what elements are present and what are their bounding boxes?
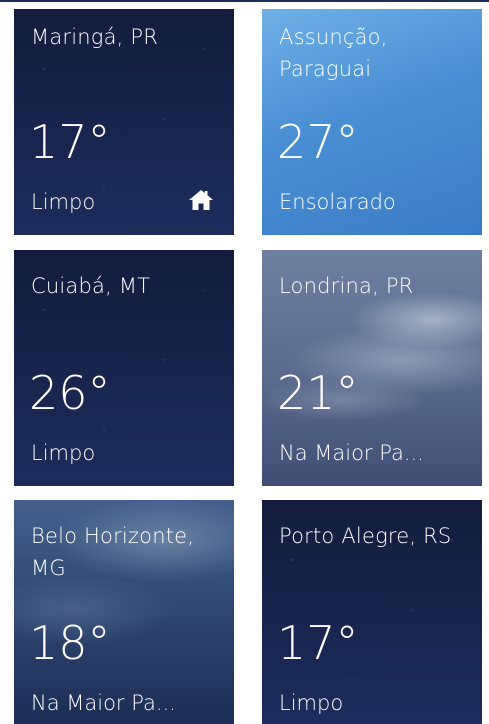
city-name: Maringá, PR [31, 25, 159, 49]
condition: Limpo [31, 190, 96, 214]
tile-maringa[interactable]: Maringá, PR 17° Limpo [14, 9, 234, 235]
temperature: 17° [277, 616, 359, 670]
tile-porto-alegre[interactable]: Porto Alegre, RS 17° Limpo [262, 500, 482, 724]
city-name: Porto Alegre, RS [279, 524, 452, 548]
temperature: 26° [29, 366, 111, 420]
tile-belo-horizonte[interactable]: Belo Horizonte, MG 18° Na Maior Pa... [14, 500, 234, 724]
temperature: 17° [29, 115, 111, 169]
favorites-grid: Maringá, PR 17° Limpo Assunção, Paraguai… [0, 0, 489, 724]
temperature: 27° [277, 115, 359, 169]
condition: Limpo [279, 691, 344, 715]
temperature: 18° [29, 616, 111, 670]
tile-cuiaba[interactable]: Cuiabá, MT 26° Limpo [14, 250, 234, 486]
city-name: Cuiabá, MT [31, 274, 151, 298]
home-icon [189, 190, 213, 210]
condition: Limpo [31, 441, 96, 465]
city-name: Belo Horizonte, MG [31, 524, 195, 580]
city-name: Londrina, PR [279, 274, 414, 298]
condition: Na Maior Pa... [31, 691, 176, 715]
temperature: 21° [277, 366, 359, 420]
city-name: Assunção, Paraguai [279, 25, 388, 81]
condition: Na Maior Pa... [279, 441, 424, 465]
tile-assuncao[interactable]: Assunção, Paraguai 27° Ensolarado [262, 9, 482, 235]
condition: Ensolarado [279, 190, 396, 214]
tile-londrina[interactable]: Londrina, PR 21° Na Maior Pa... [262, 250, 482, 486]
